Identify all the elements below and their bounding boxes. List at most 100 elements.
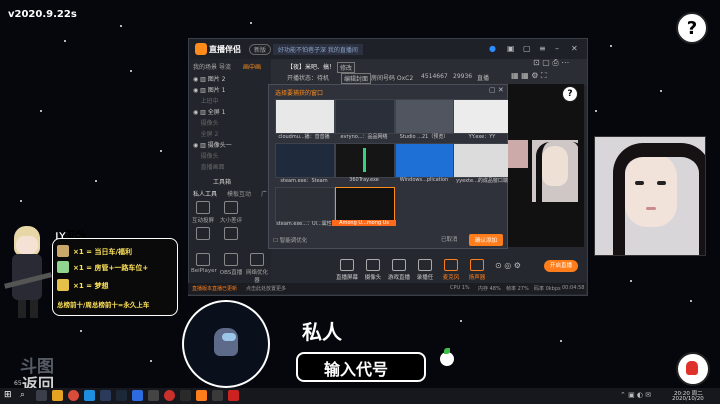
among-us-corner-icon[interactable] xyxy=(676,352,710,386)
smart-optimize-checkbox[interactable]: ☐ 智能调优化 xyxy=(273,236,307,244)
tab-guide[interactable]: 导流 xyxy=(219,62,231,71)
minimize-icon[interactable]: – xyxy=(555,44,559,53)
edit-title-button[interactable]: 修改 xyxy=(337,62,356,73)
source-label[interactable]: Studio ...21（预览） xyxy=(392,133,456,140)
live-companion-taskbar-icon[interactable] xyxy=(196,390,207,401)
source-label[interactable]: yyexte...的成品窗口端 xyxy=(450,177,514,184)
tool-section[interactable]: 模板互动 xyxy=(227,189,251,198)
folder-icon[interactable] xyxy=(52,390,63,401)
windows-start-icon[interactable]: ⊞ xyxy=(4,390,15,401)
edit-cover-button[interactable]: 编辑封面 xyxy=(341,73,372,84)
scene-row[interactable]: 摄像头 xyxy=(193,118,219,127)
tool-section[interactable]: 广 xyxy=(261,189,267,198)
app-icon[interactable] xyxy=(212,390,223,401)
tool-item[interactable] xyxy=(219,227,243,242)
source-thumb[interactable] xyxy=(335,99,395,134)
search-icon[interactable]: ⌕ xyxy=(20,390,31,401)
scene-row[interactable]: ◉ ▥ 全屏 1 xyxy=(193,107,225,116)
dialog-close-icon[interactable]: ▢ ✕ xyxy=(489,86,504,94)
jy-rules-panel: ×1 = 当日车/福利 ×1 = 房管+一路车位+ ×1 = 梦想 总榜前十/周… xyxy=(52,238,178,316)
window-icon[interactable]: ▢ xyxy=(523,44,531,53)
status-hint[interactable]: 点击此处放置更多 xyxy=(246,285,286,292)
gift-icon xyxy=(57,261,69,273)
source-label-selected[interactable]: Among U...mong Us xyxy=(332,220,396,226)
source-label[interactable]: evryno...：品品网络 xyxy=(332,133,396,140)
app-icon[interactable] xyxy=(148,390,159,401)
app-icon[interactable] xyxy=(164,390,175,401)
source-label[interactable]: YY.exe：YY xyxy=(450,133,514,140)
speaker-button[interactable]: 扬声器 xyxy=(463,259,491,281)
scene-row[interactable]: ◉ ▥ 摄像头一 xyxy=(193,140,232,149)
frame-rate: 帧率 27% xyxy=(506,286,529,292)
tool-item[interactable]: 大小差评 xyxy=(219,201,243,224)
notice-banner[interactable]: 好功能不怕巷子深 我的直播间 xyxy=(273,44,363,55)
help-icon[interactable]: ? xyxy=(676,12,708,44)
live-tag: 直播 xyxy=(477,75,490,82)
tool-item[interactable]: BeiPlayer xyxy=(191,253,217,274)
status-bar: 直播版本直播已更新 点击此处放置更多 CPU 1% 内存 48% 帧率 27% … xyxy=(188,283,586,294)
source-label[interactable]: Windows...plication xyxy=(392,177,456,183)
tool-item[interactable]: 网络优化器 xyxy=(245,253,269,284)
source-label[interactable]: steam.exe：Steam xyxy=(272,177,336,184)
source-label[interactable]: steam.exe...：Ui...属性 xyxy=(272,220,336,227)
app-icon[interactable] xyxy=(132,390,143,401)
camera-button[interactable]: 摄像头 xyxy=(359,259,387,281)
tray-icons[interactable]: ⌃ ▣ ◐ ✉ xyxy=(620,391,651,399)
source-thumb[interactable] xyxy=(275,143,335,178)
status-alert[interactable]: 直播版本直播已更新 xyxy=(192,285,237,292)
screen-capture-button[interactable]: 直播屏幕 xyxy=(333,259,361,281)
sprout-icon xyxy=(440,348,454,366)
close-icon[interactable]: ✕ xyxy=(571,44,578,53)
header-icons[interactable]: ⊡ ▢ ⎙ ⋯ xyxy=(533,58,569,68)
live-duration: 00:04:58 xyxy=(562,285,585,291)
record-button[interactable]: 录播任 xyxy=(411,259,439,281)
start-live-button[interactable]: 开启直播 xyxy=(544,260,578,272)
settings-icons[interactable]: ⊙ ◎ ⚙ xyxy=(495,261,521,270)
source-label[interactable]: 360Tray.exe xyxy=(332,177,396,183)
mode-icons[interactable]: ▦ ▦ ⚙ ⛶ xyxy=(511,71,547,81)
tool-item[interactable]: OBS直播 xyxy=(219,253,243,276)
gift-icon[interactable]: ▣ xyxy=(507,44,515,53)
preview-help-icon[interactable]: ? xyxy=(562,86,578,102)
scene-row[interactable]: 上班中 xyxy=(193,96,219,105)
scene-row[interactable]: ◉ ▥ 图片 1 xyxy=(193,85,225,94)
source-thumb[interactable] xyxy=(395,143,455,178)
fans-count: 4514667 xyxy=(421,73,448,80)
app-icon[interactable] xyxy=(228,390,239,401)
tool-item[interactable] xyxy=(191,227,215,242)
memory-usage: 内存 48% xyxy=(478,286,501,292)
game-capture-button[interactable]: 游戏直播 xyxy=(385,259,413,281)
steam-icon[interactable] xyxy=(116,390,127,401)
stream-status: 开播状态：待机 xyxy=(287,75,330,82)
anime-character-image xyxy=(4,226,54,318)
scene-row[interactable]: 直播画面 xyxy=(193,162,225,171)
window-source-dialog: 选择要捕获的窗口 ▢ ✕ cloudmu...播：音音播 evryno...：品… xyxy=(268,84,513,249)
app-icon[interactable] xyxy=(84,390,95,401)
tool-item[interactable]: 互动投屏 xyxy=(191,201,215,224)
tab-pip[interactable]: 画中画 xyxy=(243,62,261,71)
app-brand: 直播伴侣 xyxy=(209,45,241,54)
source-thumb[interactable] xyxy=(335,143,395,178)
app-icon[interactable] xyxy=(100,390,111,401)
source-thumb[interactable] xyxy=(395,99,455,134)
confirm-add-button[interactable]: 确认添加 xyxy=(469,234,504,246)
scene-row[interactable]: ◉ ▥ 图片 2 xyxy=(193,74,225,83)
source-thumb-selected[interactable] xyxy=(335,187,395,222)
scene-row[interactable]: 摄像头 xyxy=(193,151,219,160)
tool-section[interactable]: 私人工具 xyxy=(193,189,217,198)
source-label[interactable]: cloudmu...播：音音播 xyxy=(272,133,336,140)
source-thumb[interactable] xyxy=(275,99,335,134)
tab-scenes[interactable]: 我的场景 xyxy=(193,62,217,71)
browser-icon[interactable] xyxy=(68,390,79,401)
scene-row[interactable]: 全屏 2 xyxy=(193,129,219,138)
source-thumb[interactable] xyxy=(275,187,335,222)
cancel-button[interactable]: 已取消 xyxy=(441,235,458,243)
clock-date[interactable]: 2020/10/20 xyxy=(672,396,704,402)
source-thumb[interactable] xyxy=(453,143,513,178)
source-thumb[interactable] xyxy=(453,99,513,134)
profile-icon[interactable]: ● xyxy=(489,44,496,53)
menu-icon[interactable]: ≡ xyxy=(539,44,546,53)
task-view-icon[interactable] xyxy=(36,390,47,401)
app-icon[interactable] xyxy=(180,390,191,401)
microphone-button[interactable]: 麦克风 xyxy=(437,259,465,281)
